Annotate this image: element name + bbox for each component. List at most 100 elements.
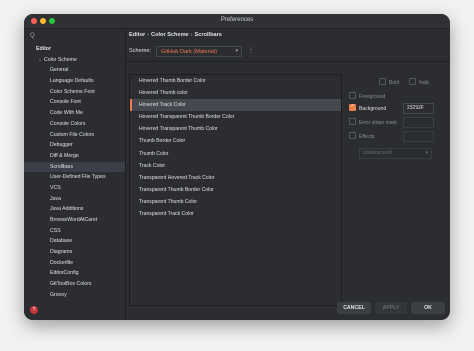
italic-checkbox-row[interactable]: Italic [409,78,429,86]
sidebar-item[interactable]: Editor [24,44,125,55]
apply-button[interactable]: APPLY [375,302,407,314]
sidebar-item-label: Console Colors [50,120,86,127]
background-checkbox[interactable] [349,103,356,111]
effects-color-field [403,131,434,142]
ok-button[interactable]: OK [411,302,445,314]
sidebar-item-label: User-Defined File Types [50,174,106,181]
attribute-list: Hovered Thumb Border Color Hovered Thumb … [129,74,342,306]
error-stripe-color-field [403,117,434,128]
sidebar-item[interactable]: Scrollbars [24,161,125,173]
sidebar-item[interactable]: Java [24,194,125,205]
sidebar-item-label: Java [50,195,61,202]
cancel-button[interactable]: CANCEL [337,302,371,314]
settings-sidebar: Q Editor ⌄ Color Scheme General Language Def… [24,29,126,320]
scheme-value: GitHub Dark (Material) [161,48,217,55]
sidebar-item-label: Console Font [50,99,81,106]
error-stripe-checkbox-row[interactable]: Error stripe mark [349,118,397,126]
bold-label: Bold [389,79,400,86]
effects-label: Effects [359,133,375,140]
list-item[interactable]: Hovered Thumb color [130,87,341,99]
sidebar-item[interactable]: Dockerfile [24,258,125,269]
sidebar-item-label: BrowseWordAtCaret [50,217,98,223]
sidebar-item[interactable]: Custom File Colors [24,130,125,141]
sidebar-item-label: Dockerfile [50,259,74,266]
sidebar-item[interactable]: Code With Me [24,108,125,119]
chevron-down-icon: ▾ [425,150,428,156]
italic-checkbox[interactable] [409,78,416,85]
sidebar-item[interactable]: EditorConfig [24,268,125,279]
sidebar-item[interactable]: Groovy [24,290,125,301]
error-stripe-checkbox[interactable] [349,118,356,125]
breadcrumb: Editor › Color Scheme › Scrollbars [129,32,222,38]
sidebar-item[interactable]: Color Scheme Font [24,87,125,98]
settings-tree: Editor ⌄ Color Scheme General Language Defau… [24,44,125,304]
sidebar-item[interactable]: Diff & Merge [24,151,125,162]
sidebar-item[interactable]: Console Font [24,97,125,108]
breadcrumb-color-scheme[interactable]: Color Scheme [151,32,189,38]
error-stripe-label: Error stripe mark [359,119,397,126]
list-item[interactable]: Track Color [130,160,341,172]
sidebar-item-label: Code With Me [50,110,83,117]
dialog-footer: CANCEL APPLY OK [126,299,450,320]
effects-checkbox-row[interactable]: Effects [349,132,375,140]
list-item[interactable]: Transparent Track Color [130,208,341,220]
search-icon: Q [30,33,35,39]
list-item[interactable]: Hovered Track Color [130,99,341,112]
sidebar-item-label: Color Scheme [44,56,77,63]
sidebar-item-label: Groovy [50,291,67,298]
sidebar-item-label: General [50,67,69,74]
list-item[interactable]: Transparent Thumb Border Color [130,184,341,196]
main-panel: Editor › Color Scheme › Scrollbars Scheme: G… [126,29,450,320]
effects-checkbox[interactable] [349,132,356,139]
sidebar-item-label: Diagrams [50,249,73,256]
sidebar-item[interactable]: Diagrams [24,247,125,258]
sidebar-item[interactable]: ⌄ Color Scheme [24,55,125,66]
sidebar-item[interactable]: Console Colors [24,119,125,130]
foreground-checkbox[interactable] [349,92,356,99]
scheme-dropdown[interactable]: GitHub Dark (Material) ▾ [156,46,242,57]
sidebar-item-label: Debugger [50,142,73,149]
sidebar-item-label: Color Scheme Font [50,88,95,95]
scheme-label: Scheme: [129,48,152,54]
sidebar-item-label: Database [50,238,73,245]
sidebar-item[interactable]: Debugger [24,140,125,151]
sidebar-item-label: GitToolBox Colors [50,281,92,288]
bold-checkbox[interactable] [379,78,386,85]
bold-checkbox-row[interactable]: Bold [379,78,400,86]
sidebar-item[interactable]: User-Defined File Types [24,172,125,183]
sidebar-item-label: Custom File Colors [50,131,95,138]
list-item[interactable]: Hovered Transparent Thumb Border Color [130,111,341,123]
sidebar-item[interactable]: General [24,65,125,76]
more-options-icon[interactable]: ⋮ [248,47,254,54]
chevron-down-icon: ▾ [235,48,238,54]
list-item[interactable]: Thumb Border Color [130,135,341,147]
sidebar-item-label: EditorConfig [50,270,79,277]
list-item[interactable]: Thumb Color [130,148,341,160]
list-item[interactable]: Transparent Thumb Color [130,196,341,208]
sidebar-item-label: VCS [50,184,61,191]
divider [126,61,450,62]
sidebar-item[interactable]: Database [24,236,125,247]
breadcrumb-editor[interactable]: Editor [129,32,145,38]
background-color-field[interactable]: 23292F [403,103,434,114]
sidebar-item[interactable]: Java Additions [24,204,125,215]
background-label: Background [359,105,387,112]
list-item[interactable]: Hovered Thumb Border Color [130,75,341,87]
breadcrumb-scrollbars: Scrollbars [194,32,222,38]
sidebar-item-label: Editor [36,46,51,52]
sidebar-item-label: Language Defaults [50,78,94,85]
help-button[interactable]: ? [30,306,38,314]
background-checkbox-row[interactable]: Background [349,103,387,112]
attribute-properties: Bold Italic Foreground Background 23292F… [345,74,450,204]
foreground-checkbox-row[interactable]: Foreground [349,92,385,100]
list-item[interactable]: Hovered Transparent Thumb Color [130,123,341,135]
window-title: Preferences [220,17,254,23]
sidebar-item[interactable]: VCS [24,183,125,194]
sidebar-item[interactable]: GitToolBox Colors [24,279,125,290]
sidebar-item[interactable]: Language Defaults [24,76,125,87]
title-bar: Preferences [24,14,450,29]
settings-search-input[interactable]: Q [28,32,118,42]
list-item[interactable]: Transparent Hovered Track Color [130,172,341,184]
sidebar-item[interactable]: CSS [24,226,125,237]
sidebar-item[interactable]: BrowseWordAtCaret [24,215,125,226]
